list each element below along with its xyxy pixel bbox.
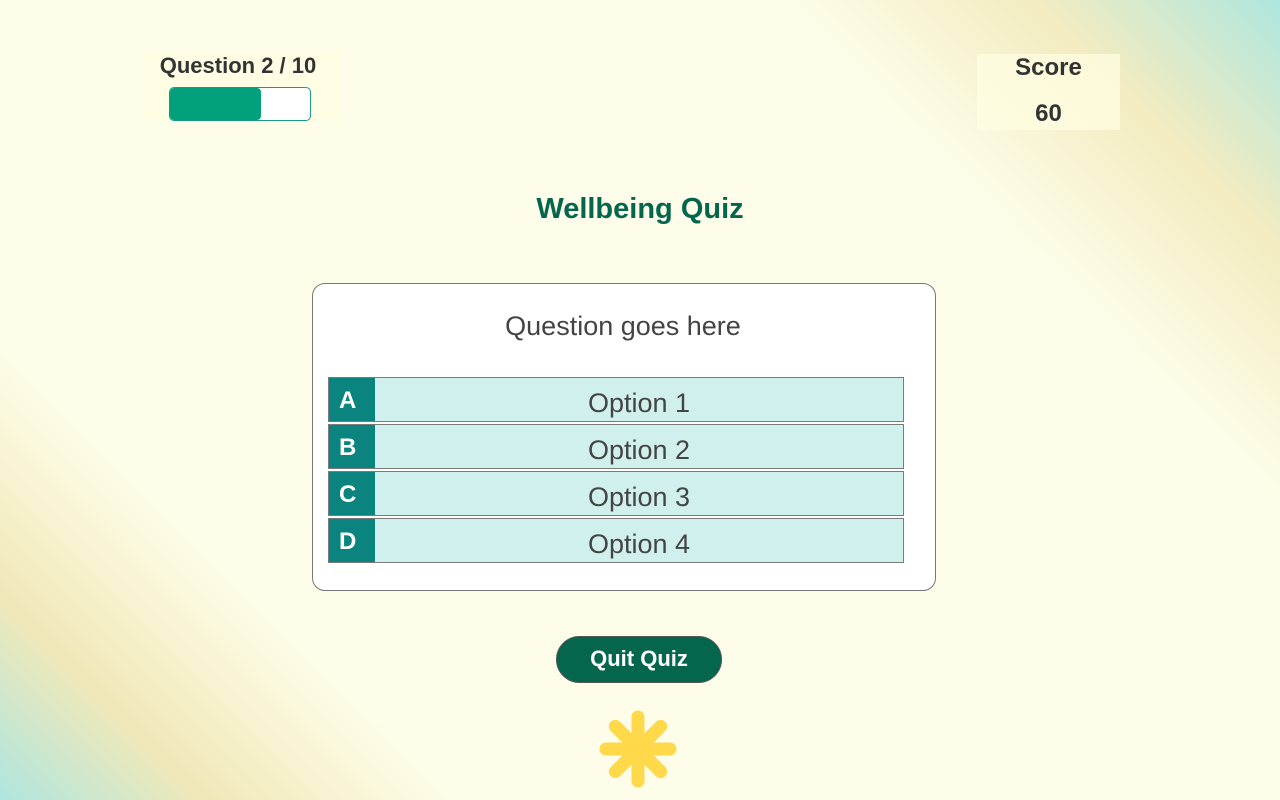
option-letter: D: [329, 519, 375, 562]
answer-options: A Option 1 B Option 2 C Option 3 D Optio…: [328, 377, 904, 565]
progress-bar-fill: [170, 88, 261, 120]
question-progress-panel: Question 2 / 10: [143, 52, 340, 122]
option-letter: B: [329, 425, 375, 468]
option-label: Option 4: [587, 529, 691, 559]
answer-option-a[interactable]: A Option 1: [328, 377, 904, 422]
option-label: Option 3: [587, 482, 691, 512]
answer-option-c[interactable]: C Option 3: [328, 471, 904, 516]
question-text: Question goes here: [505, 311, 741, 341]
answer-option-d[interactable]: D Option 4: [328, 518, 904, 563]
quit-quiz-button[interactable]: Quit Quiz: [556, 636, 722, 683]
option-label: Option 1: [587, 388, 691, 418]
score-panel: Score 60: [977, 54, 1120, 130]
option-label: Option 2: [587, 435, 691, 465]
question-card: Question goes here A Option 1 B Option 2…: [312, 283, 936, 591]
question-counter: Question 2 / 10: [159, 53, 317, 78]
option-letter: C: [329, 472, 375, 515]
option-letter: A: [329, 378, 375, 421]
answer-option-b[interactable]: B Option 2: [328, 424, 904, 469]
progress-bar: [169, 87, 311, 121]
sun-icon: [599, 710, 677, 788]
score-label: Score: [1015, 54, 1082, 81]
page-title: Wellbeing Quiz: [536, 193, 744, 225]
score-value: 60: [1035, 100, 1062, 127]
